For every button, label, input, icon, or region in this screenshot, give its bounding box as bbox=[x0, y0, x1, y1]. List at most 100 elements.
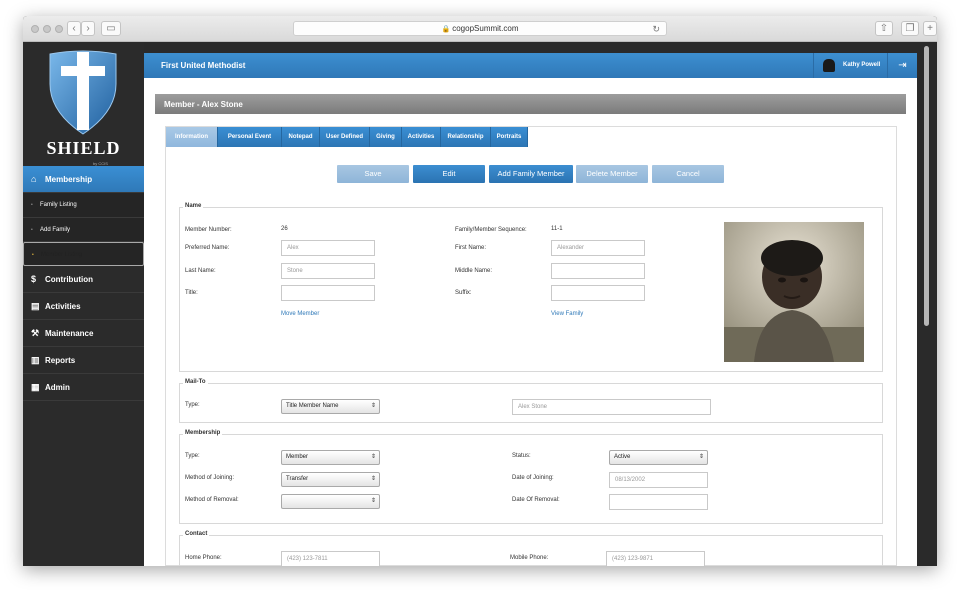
sidebar-item-admin[interactable]: ▦ Admin bbox=[23, 374, 144, 401]
middle-name-label: Middle Name: bbox=[455, 268, 493, 274]
member-number-label: Member Number: bbox=[185, 227, 232, 233]
tab-giving[interactable]: Giving bbox=[370, 127, 402, 147]
edit-button[interactable]: Edit bbox=[413, 165, 485, 183]
select-arrows-icon: ⇕ bbox=[370, 403, 376, 409]
save-button[interactable]: Save bbox=[337, 165, 409, 183]
home-icon: ⌂ bbox=[31, 174, 37, 184]
forward-arrow-icon[interactable]: › bbox=[81, 21, 95, 36]
tab-user-defined[interactable]: User Defined bbox=[320, 127, 370, 147]
name-legend: Name bbox=[183, 203, 204, 209]
middle-name-input[interactable] bbox=[551, 263, 645, 279]
tools-icon: ⚒ bbox=[31, 328, 40, 338]
date-of-removal-label: Date Of Removal: bbox=[512, 497, 560, 503]
select-arrows-icon: ⇕ bbox=[698, 454, 704, 460]
lock-icon: 🔒 bbox=[441, 26, 451, 33]
title-label: Title: bbox=[185, 290, 198, 296]
method-of-joining-value: Transfer bbox=[286, 476, 309, 482]
scrollbar-thumb[interactable] bbox=[924, 46, 929, 326]
close-window-icon[interactable] bbox=[31, 25, 39, 33]
reload-icon[interactable]: ↻ bbox=[652, 22, 660, 36]
date-of-removal-input[interactable] bbox=[609, 494, 708, 510]
date-of-joining-input[interactable]: 08/13/2002 bbox=[609, 472, 708, 488]
user-menu[interactable]: Kathy Powell bbox=[813, 53, 887, 78]
tab-notepad[interactable]: Notepad bbox=[282, 127, 320, 147]
member-header: Member - Alex Stone bbox=[155, 94, 906, 114]
sidebar-item-activities[interactable]: ▤ Activities bbox=[23, 293, 144, 320]
sidebar-item-membership[interactable]: ⌂ Membership bbox=[23, 166, 144, 193]
zoom-window-icon[interactable] bbox=[55, 25, 63, 33]
method-of-removal-select[interactable]: ⇕ bbox=[281, 494, 380, 509]
tab-relationship[interactable]: Relationship bbox=[441, 127, 491, 147]
date-of-joining-label: Date of Joining: bbox=[512, 475, 554, 481]
select-arrows-icon: ⇕ bbox=[370, 476, 376, 482]
contact-legend: Contact bbox=[183, 531, 210, 537]
last-name-input[interactable]: Stone bbox=[281, 263, 375, 279]
shield-logo: SHIELD by CCIS bbox=[23, 42, 144, 166]
sidebar-item-member-listing[interactable]: • Member Listing bbox=[23, 242, 144, 266]
title-input[interactable] bbox=[281, 285, 375, 301]
sidebar-item-maintenance[interactable]: ⚒ Maintenance bbox=[23, 320, 144, 347]
add-family-member-button[interactable]: Add Family Member bbox=[489, 165, 573, 183]
share-icon[interactable]: ⇧ bbox=[875, 21, 893, 36]
home-phone-label: Home Phone: bbox=[185, 555, 222, 561]
preferred-name-input[interactable]: Alex bbox=[281, 240, 375, 256]
scrollbar[interactable] bbox=[917, 42, 937, 566]
minimize-window-icon[interactable] bbox=[43, 25, 51, 33]
status-value: Active bbox=[614, 454, 631, 460]
move-member-link[interactable]: Move Member bbox=[281, 311, 319, 317]
sidebar-item-reports[interactable]: ▥ Reports bbox=[23, 347, 144, 374]
grid-icon: ▦ bbox=[31, 382, 40, 392]
brand-name: SHIELD bbox=[46, 138, 121, 158]
method-of-joining-label: Method of Joining: bbox=[185, 475, 235, 481]
logout-icon[interactable]: ⇥ bbox=[887, 53, 917, 78]
first-name-label: First Name: bbox=[455, 245, 487, 251]
select-arrows-icon: ⇕ bbox=[370, 498, 376, 504]
sidebar-toggle-icon[interactable]: ▭ bbox=[101, 21, 121, 36]
tab-information[interactable]: Information bbox=[166, 127, 218, 147]
content-area: Member - Alex Stone Information Personal… bbox=[144, 78, 917, 566]
back-arrow-icon[interactable]: ‹ bbox=[67, 21, 81, 36]
select-arrows-icon: ⇕ bbox=[370, 454, 376, 460]
mobile-phone-label: Mobile Phone: bbox=[510, 555, 549, 561]
member-number-value: 26 bbox=[281, 226, 288, 232]
status-label: Status: bbox=[512, 453, 531, 459]
mail-to-type-select[interactable]: Title Member Name ⇕ bbox=[281, 399, 380, 414]
member-title: Member - Alex Stone bbox=[164, 100, 243, 109]
membership-type-select[interactable]: Member ⇕ bbox=[281, 450, 380, 465]
new-tab-icon[interactable]: + bbox=[923, 21, 937, 36]
calendar-icon: ▤ bbox=[31, 301, 40, 311]
sequence-value: 11-1 bbox=[551, 226, 563, 232]
first-name-input[interactable]: Alexander bbox=[551, 240, 645, 256]
delete-member-button[interactable]: Delete Member bbox=[576, 165, 648, 183]
sidebar-item-add-family[interactable]: • Add Family bbox=[23, 218, 144, 242]
home-phone-input[interactable]: (423) 123-7811 bbox=[281, 551, 380, 566]
dollar-icon: $ bbox=[31, 274, 37, 284]
cancel-button[interactable]: Cancel bbox=[652, 165, 724, 183]
sidebar-item-family-listing[interactable]: • Family Listing bbox=[23, 193, 144, 218]
preferred-name-label: Preferred Name: bbox=[185, 245, 230, 251]
tab-activities[interactable]: Activities bbox=[402, 127, 441, 147]
mail-to-type-label: Type: bbox=[185, 402, 200, 408]
last-name-label: Last Name: bbox=[185, 268, 216, 274]
address-bar[interactable]: 🔒 cogopSummit.com ↻ bbox=[293, 21, 667, 36]
status-select[interactable]: Active ⇕ bbox=[609, 450, 708, 465]
sidebar: SHIELD by CCIS ⌂ Membership • Family Listi… bbox=[23, 42, 144, 566]
view-family-link[interactable]: View Family bbox=[551, 311, 583, 317]
browser-window: ‹ › ▭ 🔒 cogopSummit.com ↻ ⇧ ❐ + SHIELD by … bbox=[23, 16, 937, 566]
tab-portraits[interactable]: Portraits bbox=[491, 127, 528, 147]
bullet-icon: • bbox=[31, 202, 33, 208]
url-text: cogopSummit.com bbox=[452, 24, 519, 33]
mail-to-name-input[interactable]: Alex Stone bbox=[512, 399, 711, 415]
suffix-input[interactable] bbox=[551, 285, 645, 301]
method-of-joining-select[interactable]: Transfer ⇕ bbox=[281, 472, 380, 487]
membership-legend: Membership bbox=[183, 430, 223, 436]
tab-personal-event[interactable]: Personal Event bbox=[218, 127, 282, 147]
tabs-overview-icon[interactable]: ❐ bbox=[901, 21, 919, 36]
shield-cross-icon bbox=[49, 50, 117, 135]
mail-to-legend: Mail-To bbox=[183, 379, 208, 385]
sidebar-item-contribution[interactable]: $ Contribution bbox=[23, 266, 144, 293]
mobile-phone-input[interactable]: (423) 123-9871 bbox=[606, 551, 705, 566]
membership-type-value: Member bbox=[286, 454, 309, 460]
membership-type-label: Type: bbox=[185, 453, 200, 459]
user-name: Kathy Powell bbox=[843, 62, 881, 68]
